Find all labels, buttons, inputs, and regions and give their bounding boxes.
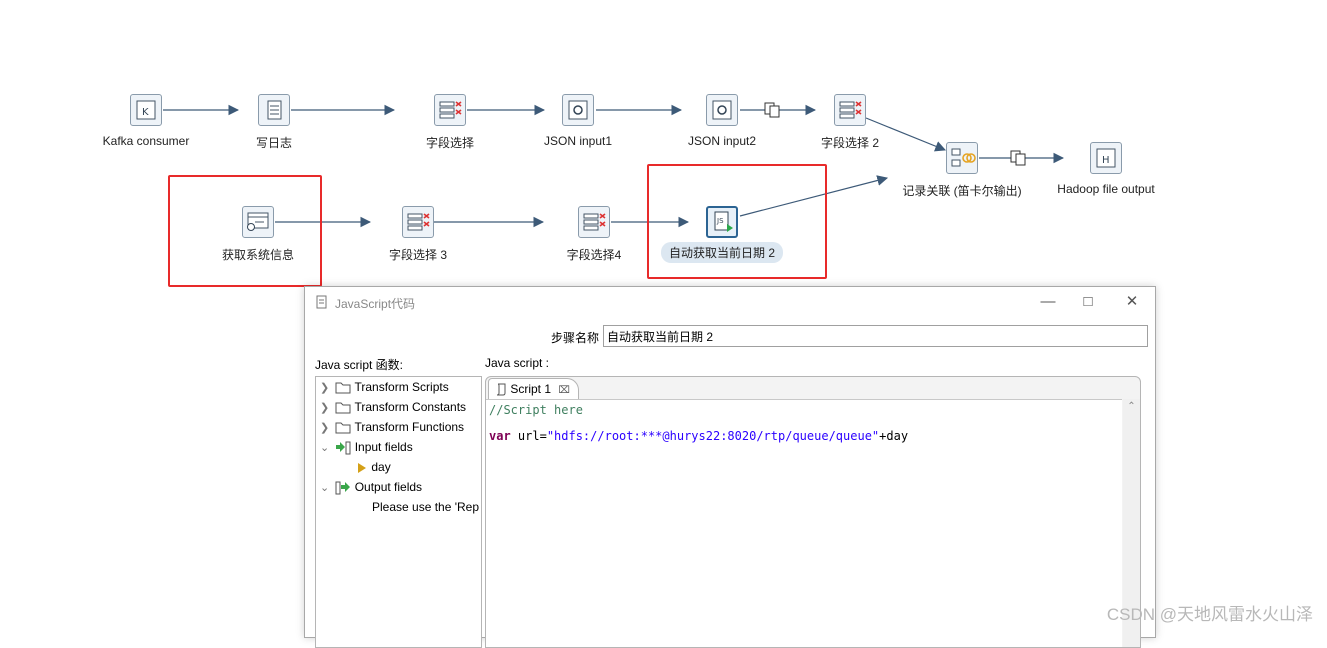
- functions-tree[interactable]: ❯ Transform Scripts ❯ Transform Constant…: [315, 376, 482, 648]
- step-select-values-3[interactable]: [402, 206, 434, 238]
- step-json-input-1[interactable]: [562, 94, 594, 126]
- tree-item-label: Transform Constants: [354, 400, 467, 414]
- highlight-box-system-info: [168, 175, 322, 287]
- javascript-dialog: JavaScript代码 — □ ✕ 步骤名称 Java script 函数: …: [304, 286, 1156, 648]
- close-button[interactable]: ✕: [1119, 291, 1145, 313]
- log-icon: [267, 100, 282, 120]
- step-label: JSON input2: [687, 134, 757, 148]
- json-icon: [712, 100, 732, 120]
- code-line: var url="hdfs://root:***@hurys22:8020/rt…: [489, 429, 908, 443]
- json-icon: [568, 100, 588, 120]
- chevron-down-icon[interactable]: ⌄: [320, 439, 332, 457]
- tab-script-1[interactable]: Script 1 ⌧: [488, 378, 579, 399]
- select-values-icon: [407, 213, 430, 231]
- output-fields-icon: [335, 481, 351, 495]
- step-json-input-2[interactable]: [706, 94, 738, 126]
- chevron-down-icon[interactable]: ⌄: [320, 479, 332, 497]
- code-comment: //Script here: [489, 403, 583, 417]
- select-values-icon: [839, 101, 862, 119]
- step-label: 写日志: [255, 136, 293, 150]
- code-text: +day: [879, 429, 909, 443]
- copy-rows-icon: [1010, 150, 1026, 166]
- folder-icon: [335, 402, 351, 414]
- step-label: 记录关联 (笛卡尔输出): [902, 184, 1022, 198]
- join-icon: [951, 148, 976, 167]
- tree-item-label: Transform Scripts: [354, 380, 449, 394]
- functions-label: Java script 函数:: [315, 358, 404, 372]
- tree-item-label: Transform Functions: [354, 420, 465, 434]
- step-join-rows[interactable]: [946, 142, 978, 174]
- step-select-values-4[interactable]: [578, 206, 610, 238]
- close-tab-icon[interactable]: ⌧: [558, 385, 570, 396]
- tab-label: Script 1: [510, 382, 552, 396]
- kafka-icon: K: [136, 100, 156, 120]
- chevron-right-icon[interactable]: ❯: [320, 399, 332, 417]
- tree-item-hint: Please use the 'Rep: [372, 498, 479, 516]
- step-label: 字段选择 2: [820, 136, 880, 150]
- folder-icon: [335, 422, 351, 434]
- chevron-right-icon[interactable]: ❯: [320, 379, 332, 397]
- step-label: Kafka consumer: [102, 134, 190, 148]
- tree-item-label: Output fields: [354, 480, 423, 494]
- step-select-values-1[interactable]: [434, 94, 466, 126]
- tree-item-label: Please use the 'Rep: [372, 500, 480, 514]
- watermark: CSDN @天地风雷水火山泽: [1106, 605, 1313, 624]
- code-editor[interactable]: //Script here var url="hdfs://root:***@h…: [486, 399, 1122, 647]
- tree-item-transform-functions[interactable]: ❯ Transform Functions: [320, 418, 464, 436]
- step-label: 字段选择 3: [388, 248, 448, 262]
- chevron-up-icon[interactable]: ⌃: [1123, 401, 1140, 412]
- hadoop-icon: H: [1096, 148, 1116, 168]
- step-label: 字段选择: [425, 136, 475, 150]
- tree-item-label: Input fields: [354, 440, 413, 454]
- select-values-icon: [583, 213, 606, 231]
- step-name-input[interactable]: [603, 325, 1148, 347]
- copy-rows-icon: [764, 102, 780, 118]
- minimize-button[interactable]: —: [1035, 291, 1061, 313]
- tree-item-label: day: [371, 460, 391, 474]
- chevron-right-icon[interactable]: ❯: [320, 419, 332, 437]
- step-label: 字段选择4: [566, 248, 622, 262]
- tree-item-transform-constants[interactable]: ❯ Transform Constants: [320, 398, 466, 416]
- maximize-button[interactable]: □: [1075, 291, 1101, 313]
- tree-item-day[interactable]: day: [356, 458, 391, 476]
- tree-item-input-fields[interactable]: ⌄ Input fields: [320, 438, 413, 456]
- step-write-log[interactable]: [258, 94, 290, 126]
- step-label: JSON input1: [543, 134, 613, 148]
- svg-text:H: H: [1102, 155, 1110, 166]
- script-editor-panel: Script 1 ⌧ //Script here var url="hdfs:/…: [485, 376, 1141, 648]
- javascript-icon: [316, 295, 327, 309]
- script-icon: [496, 383, 506, 396]
- dialog-title: JavaScript代码: [335, 297, 416, 311]
- folder-icon: [335, 382, 351, 394]
- step-label: Hadoop file output: [1057, 182, 1155, 196]
- step-name-label: 步骤名称: [551, 331, 600, 345]
- select-values-icon: [439, 101, 462, 119]
- code-keyword: var: [489, 429, 511, 443]
- svg-text:K: K: [142, 107, 149, 118]
- script-label: Java script :: [485, 356, 550, 370]
- code-text: url=: [510, 429, 547, 443]
- tree-item-transform-scripts[interactable]: ❯ Transform Scripts: [320, 378, 449, 396]
- step-select-values-2[interactable]: [834, 94, 866, 126]
- input-fields-icon: [336, 441, 351, 455]
- field-arrow-icon: [358, 462, 366, 473]
- dialog-titlebar[interactable]: JavaScript代码 — □ ✕: [305, 287, 1155, 317]
- highlight-box-javascript: [647, 164, 827, 279]
- tree-item-output-fields[interactable]: ⌄ Output fields: [320, 478, 422, 496]
- step-hadoop-file-output[interactable]: H: [1090, 142, 1122, 174]
- step-kafka-consumer[interactable]: K: [130, 94, 162, 126]
- code-string: "hdfs://root:***@hurys22:8020/rtp/queue/…: [546, 429, 880, 443]
